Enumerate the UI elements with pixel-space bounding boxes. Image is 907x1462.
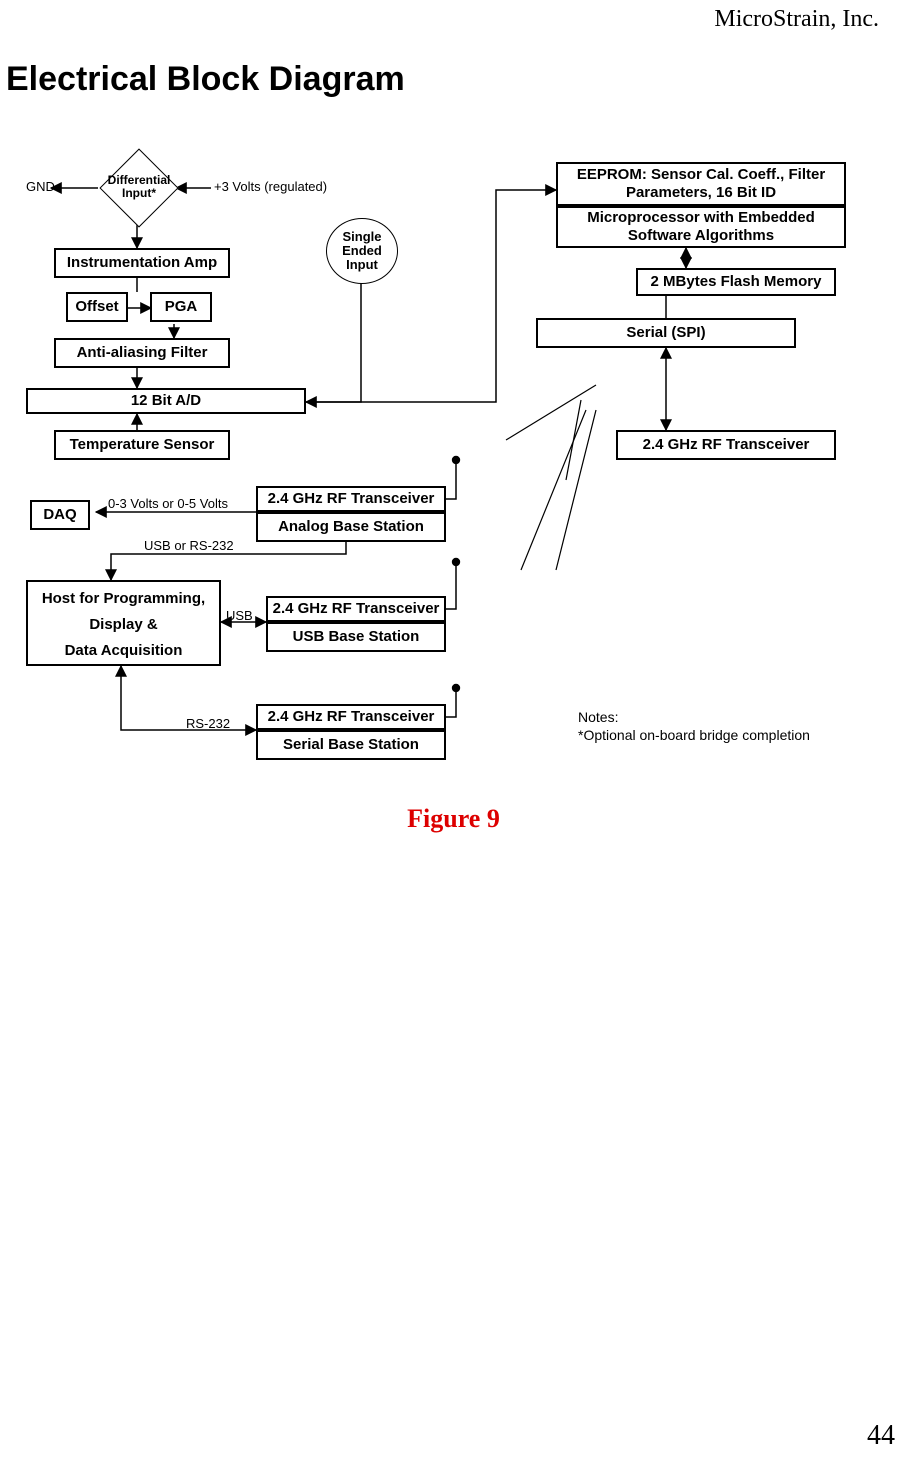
rf1-bot-box: Analog Base Station: [256, 512, 446, 542]
offset-box: Offset: [66, 292, 128, 322]
host-box: Host for Programming, Display & Data Acq…: [26, 580, 221, 666]
rf2-top-box: 2.4 GHz RF Transceiver: [266, 596, 446, 622]
notes-line1: *Optional on-board bridge completion: [578, 726, 810, 744]
flash-box: 2 MBytes Flash Memory: [636, 268, 836, 296]
company-name: MicroStrain, Inc.: [714, 6, 879, 33]
single-ended-input: Single Ended Input: [326, 218, 398, 284]
page-number: 44: [867, 1420, 895, 1452]
pga-box: PGA: [150, 292, 212, 322]
microprocessor-box: Microprocessor with Embedded Software Al…: [556, 206, 846, 248]
host-line3: Data Acquisition: [32, 642, 215, 660]
instr-amp-box: Instrumentation Amp: [54, 248, 230, 278]
host-line2: Display &: [32, 616, 215, 634]
rf3-bot-box: Serial Base Station: [256, 730, 446, 760]
volts-range-label: 0-3 Volts or 0-5 Volts: [108, 496, 228, 511]
usb-rs232-label: USB or RS-232: [144, 538, 234, 553]
eeprom-box: EEPROM: Sensor Cal. Coeff., Filter Param…: [556, 162, 846, 206]
notes-block: Notes: *Optional on-board bridge complet…: [578, 708, 810, 744]
adc-box: 12 Bit A/D: [26, 388, 306, 414]
rs232-label: RS-232: [186, 716, 230, 731]
spi-box: Serial (SPI): [536, 318, 796, 348]
rf1-top-box: 2.4 GHz RF Transceiver: [256, 486, 446, 512]
block-diagram: Differential Input* GND +3 Volts (regula…: [26, 150, 886, 790]
daq-box: DAQ: [30, 500, 90, 530]
temp-sensor-box: Temperature Sensor: [54, 430, 230, 460]
notes-heading: Notes:: [578, 708, 810, 726]
differential-input-label: Differential Input*: [100, 174, 178, 200]
usb-label: USB: [226, 608, 253, 623]
gnd-label: GND: [26, 179, 55, 194]
page-title: Electrical Block Diagram: [6, 60, 405, 99]
figure-caption: Figure 9: [0, 804, 907, 834]
host-line1: Host for Programming,: [32, 590, 215, 608]
rf2-bot-box: USB Base Station: [266, 622, 446, 652]
anti-alias-box: Anti-aliasing Filter: [54, 338, 230, 368]
rf-main-box: 2.4 GHz RF Transceiver: [616, 430, 836, 460]
volts-reg-label: +3 Volts (regulated): [214, 179, 327, 194]
rf3-top-box: 2.4 GHz RF Transceiver: [256, 704, 446, 730]
